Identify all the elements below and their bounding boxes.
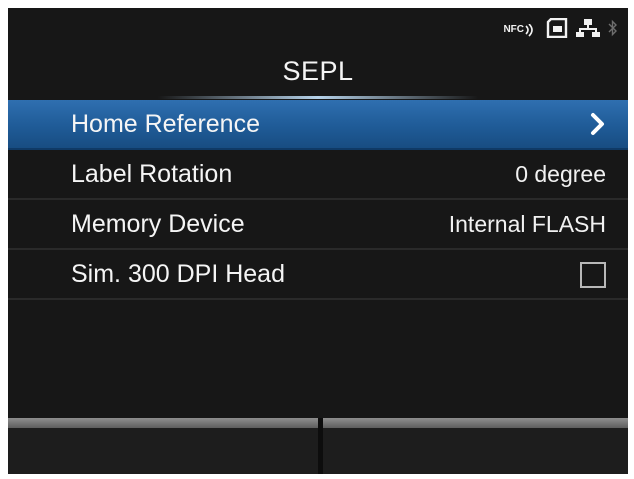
sd-card-icon bbox=[546, 18, 568, 38]
chevron-right-icon bbox=[591, 113, 604, 135]
menu-item-value: Internal FLASH bbox=[448, 211, 606, 237]
title-underline bbox=[158, 96, 478, 99]
menu-item-value: 0 degree bbox=[515, 161, 606, 187]
network-icon bbox=[576, 19, 600, 37]
softkey-divider bbox=[318, 418, 323, 474]
page-title: SEPL bbox=[282, 56, 354, 86]
sim-300-dpi-checkbox[interactable] bbox=[580, 262, 606, 288]
status-icons: NFC bbox=[503, 18, 618, 38]
softkey-right-button[interactable] bbox=[323, 418, 628, 428]
menu-item-label: Label Rotation bbox=[71, 160, 233, 188]
menu-item-label-rotation[interactable]: Label Rotation 0 degree bbox=[8, 150, 628, 200]
printer-screen: NFC SEPL Home Reference Label Rotation 0… bbox=[8, 8, 628, 474]
menu-item-label: Sim. 300 DPI Head bbox=[71, 260, 285, 288]
softkey-bar bbox=[8, 418, 628, 474]
menu-item-sim-300-dpi-head[interactable]: Sim. 300 DPI Head bbox=[8, 250, 628, 300]
menu-item-home-reference[interactable]: Home Reference bbox=[8, 100, 628, 150]
menu-item-label: Home Reference bbox=[71, 110, 260, 138]
nfc-label: NFC bbox=[503, 24, 524, 35]
nfc-icon: NFC bbox=[503, 24, 538, 38]
nfc-wave-icon bbox=[525, 24, 533, 37]
status-bar: NFC bbox=[8, 8, 628, 50]
menu-item-memory-device[interactable]: Memory Device Internal FLASH bbox=[8, 200, 628, 250]
menu-item-label: Memory Device bbox=[71, 210, 245, 238]
bluetooth-icon bbox=[608, 19, 617, 37]
softkey-left-button[interactable] bbox=[8, 418, 318, 428]
